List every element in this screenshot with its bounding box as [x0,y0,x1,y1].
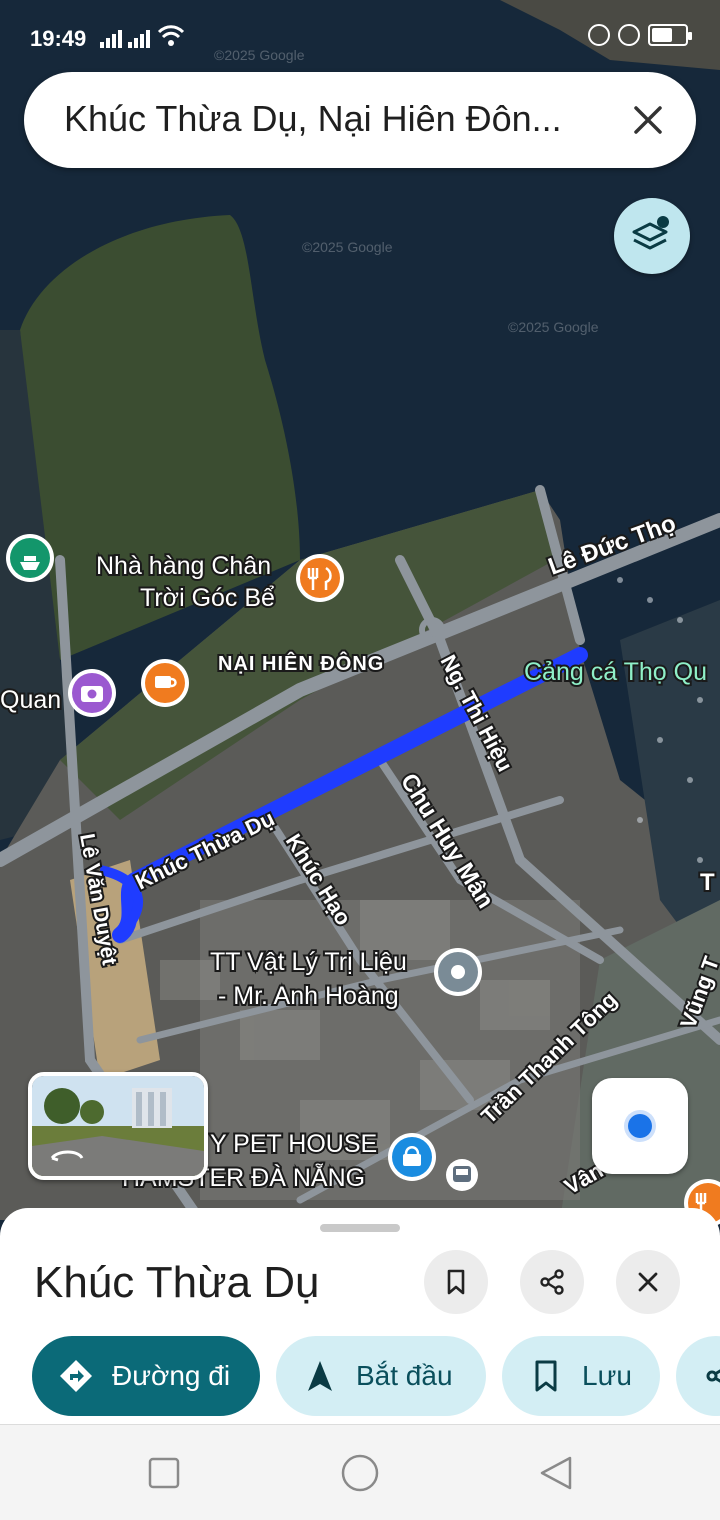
bookmark-button[interactable] [424,1250,488,1314]
photo-pin-icon[interactable] [68,669,116,717]
save-bookmark-icon [535,1360,557,1392]
alarm-icon [588,24,610,46]
poi-label[interactable]: Trời Góc Bể [138,582,277,614]
poi-label[interactable]: TT Vật Lý Trị Liệu [208,946,409,978]
directions-icon [60,1360,92,1392]
shopping-pin-icon[interactable] [388,1133,436,1181]
share-icon [706,1369,720,1383]
system-nav-bar [0,1424,720,1520]
my-location-icon [628,1114,652,1138]
place-title: Khúc Thừa Dụ [34,1258,320,1307]
place-bottom-sheet[interactable]: Khúc Thừa Dụ Đường đi Bắt đầu Lưu [0,1208,720,1424]
poi-label[interactable]: Y PET HOUSE [208,1128,379,1160]
start-label: Bắt đầu [356,1360,453,1391]
status-time: 19:49 [30,26,87,51]
bookmark-icon [447,1269,465,1295]
signal-icon [100,26,122,48]
start-button[interactable]: Bắt đầu [276,1336,486,1416]
share-chip-button[interactable] [676,1336,720,1416]
share-button[interactable] [520,1250,584,1314]
signal-icon [128,26,150,48]
directions-button[interactable]: Đường đi [32,1336,260,1416]
ferry-pin-icon[interactable] [6,534,54,582]
poi-label[interactable]: Cảng cá Thọ Qu [522,656,709,688]
battery-icon [648,24,692,46]
area-label: NẠI HIÊN ĐÔNG [218,651,384,675]
cafe-pin-icon[interactable] [141,659,189,707]
save-button[interactable]: Lưu [502,1336,660,1416]
poi-label[interactable]: - Mr. Anh Hoàng [216,980,401,1012]
close-button[interactable] [616,1250,680,1314]
place-pin-icon[interactable] [434,948,482,996]
close-icon [638,1272,658,1292]
recent-apps-icon[interactable] [148,1457,180,1489]
bus-stop-icon[interactable] [446,1159,478,1191]
location-status-icon [618,24,640,46]
save-label: Lưu [582,1360,632,1391]
search-bar[interactable]: Khúc Thừa Dụ, Nại Hiên Đôn... [24,72,696,168]
map-watermark: ©2025 Google [508,319,599,335]
wifi-icon [157,25,185,46]
navigate-arrow-icon [308,1361,332,1391]
search-query[interactable]: Khúc Thừa Dụ, Nại Hiên Đôn... [64,98,604,140]
home-icon[interactable] [340,1453,380,1493]
layers-icon [632,216,669,250]
road-label: T [700,869,715,896]
share-icon [540,1269,564,1295]
restaurant-pin-icon[interactable] [296,554,344,602]
back-icon[interactable] [538,1455,574,1491]
sheet-drag-handle[interactable] [320,1224,400,1232]
layers-button[interactable] [614,198,690,274]
status-bar: 19:49 [0,0,720,70]
my-location-button[interactable] [592,1078,688,1174]
poi-label[interactable]: Quan [0,684,63,716]
search-clear-icon[interactable] [628,100,668,140]
directions-label: Đường đi [112,1360,231,1391]
poi-label[interactable]: Nhà hàng Chân [94,550,273,582]
map-watermark: ©2025 Google [302,239,393,255]
street-view-thumbnail[interactable] [28,1072,208,1180]
